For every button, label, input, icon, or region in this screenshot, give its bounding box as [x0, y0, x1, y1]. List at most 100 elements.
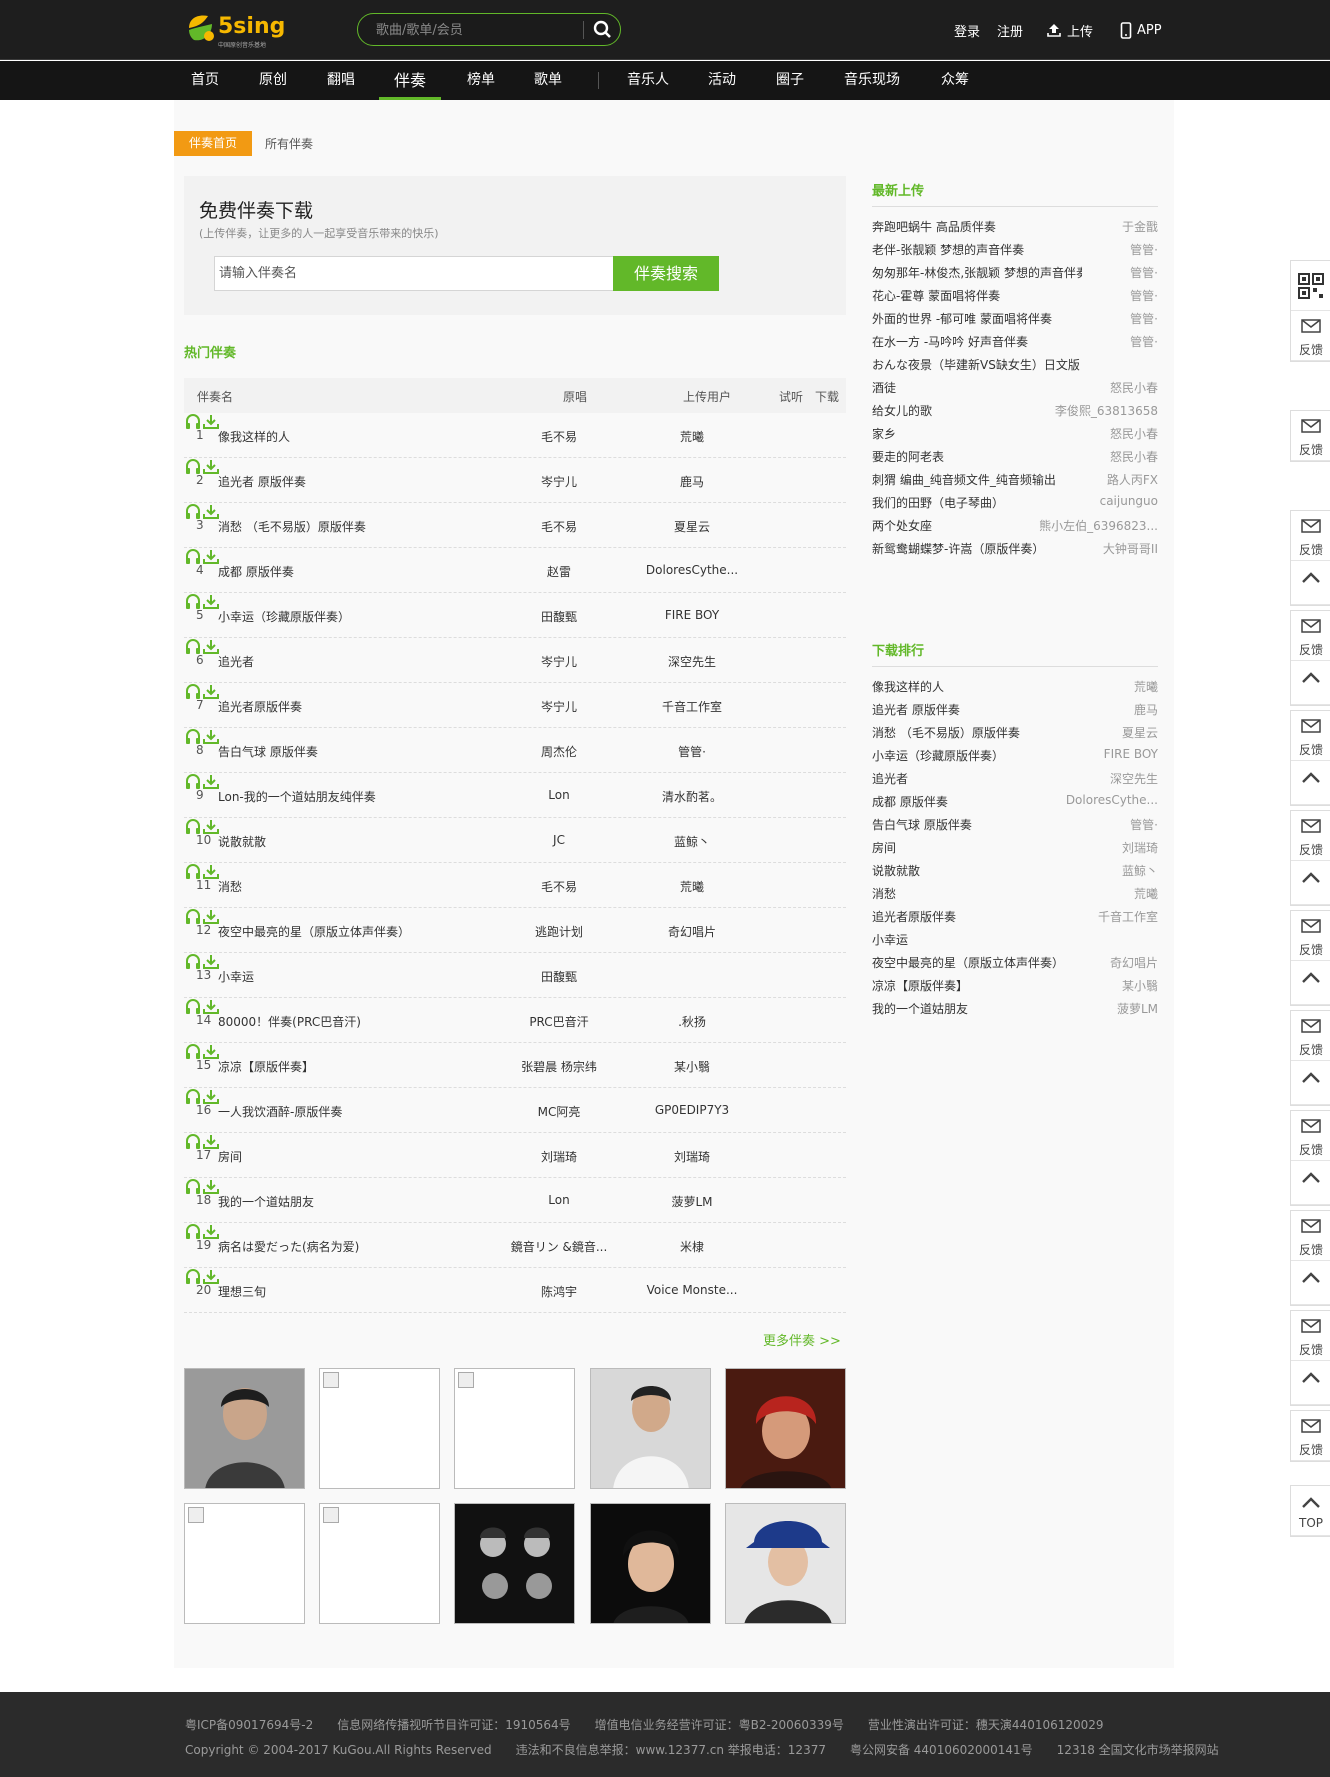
- table-row[interactable]: 4 成都 原版伴奏 赵雷 DoloresCythe...: [184, 548, 846, 593]
- original-artist[interactable]: 陈鸿宇: [509, 1283, 609, 1300]
- nav-circles[interactable]: 圈子: [773, 61, 807, 100]
- feedback-button[interactable]: 反馈: [1291, 311, 1330, 361]
- list-item-user[interactable]: 荒曦: [1134, 678, 1158, 695]
- artist-photo[interactable]: [725, 1368, 846, 1489]
- uploader-link[interactable]: 奇幻唱片: [642, 923, 742, 940]
- nav-playlists[interactable]: 歌单: [531, 61, 565, 100]
- accompaniment-name-link[interactable]: 小幸运（珍藏原版伴奏）: [218, 608, 498, 625]
- accompaniment-search-button[interactable]: 伴奏搜索: [613, 256, 719, 291]
- accompaniment-name-link[interactable]: 我的一个道姑朋友: [218, 1193, 498, 1210]
- table-row[interactable]: 2 追光者 原版伴奏 岑宁儿 鹿马: [184, 458, 846, 503]
- table-row[interactable]: 12 夜空中最亮的星（原版立体声伴奏） 逃跑计划 奇幻唱片: [184, 908, 846, 953]
- original-artist[interactable]: 岑宁儿: [509, 698, 609, 715]
- table-row[interactable]: 14 80000！伴奏(PRC巴音汗) PRC巴音汗 .秋扬: [184, 998, 846, 1043]
- uploader-link[interactable]: FIRE BOY: [642, 608, 742, 622]
- back-to-top-button[interactable]: TOP: [1291, 1486, 1330, 1536]
- uploader-link[interactable]: GP0EDIP7Y3: [642, 1103, 742, 1117]
- list-item-title[interactable]: 酒徒: [872, 379, 896, 396]
- list-item-user[interactable]: 管管·: [1130, 816, 1158, 833]
- original-artist[interactable]: MC阿亮: [509, 1103, 609, 1120]
- original-artist[interactable]: JC: [509, 833, 609, 847]
- list-item-title[interactable]: 凉凉【原版伴奏】: [872, 977, 968, 994]
- table-row[interactable]: 13 小幸运 田馥甄: [184, 953, 846, 998]
- list-item-title[interactable]: 两个处女座: [872, 517, 932, 534]
- list-item-title[interactable]: 追光者 原版伴奏: [872, 701, 960, 718]
- uploader-link[interactable]: 深空先生: [642, 653, 742, 670]
- uploader-link[interactable]: 鹿马: [642, 473, 742, 490]
- list-item-title[interactable]: 说散就散: [872, 862, 920, 879]
- list-item-title[interactable]: 追光者原版伴奏: [872, 908, 956, 925]
- accompaniment-name-link[interactable]: 像我这样的人: [218, 428, 498, 445]
- table-row[interactable]: 20 理想三旬 陈鸿宇 Voice Monste...: [184, 1268, 846, 1313]
- list-item-title[interactable]: 老伴-张靓颖 梦想的声音伴奏: [872, 241, 1024, 258]
- original-artist[interactable]: 刘瑞琦: [509, 1148, 609, 1165]
- list-item-user[interactable]: DoloresCythe...: [1066, 793, 1158, 807]
- artist-photo[interactable]: [184, 1503, 305, 1624]
- feedback-button[interactable]: 反馈: [1291, 811, 1330, 861]
- list-item-user[interactable]: 荒曦: [1134, 885, 1158, 902]
- table-row[interactable]: 10 说散就散 JC 蓝鲸丶: [184, 818, 846, 863]
- nav-live[interactable]: 音乐现场: [841, 61, 903, 100]
- accompaniment-name-link[interactable]: Lon-我的一个道姑朋友纯伴奏: [218, 788, 498, 805]
- artist-photo[interactable]: [454, 1503, 575, 1624]
- list-item-user[interactable]: 深空先生: [1110, 770, 1158, 787]
- list-item-title[interactable]: 奔跑吧蜗牛 高品质伴奏: [872, 218, 996, 235]
- accompaniment-name-link[interactable]: 小幸运: [218, 968, 498, 985]
- nav-original[interactable]: 原创: [256, 61, 290, 100]
- list-item-title[interactable]: 成都 原版伴奏: [872, 793, 948, 810]
- list-item-title[interactable]: 小幸运: [872, 931, 908, 948]
- table-row[interactable]: 9 Lon-我的一个道姑朋友纯伴奏 Lon 清水酌茗。: [184, 773, 846, 818]
- accompaniment-search-input[interactable]: 请输入伴奏名: [214, 256, 614, 291]
- uploader-link[interactable]: 荒曦: [642, 878, 742, 895]
- list-item-title[interactable]: 外面的世界 -郁可唯 蒙面唱将伴奏: [872, 310, 1052, 327]
- list-item-title[interactable]: 我的一个道姑朋友: [872, 1000, 968, 1017]
- nav-charts[interactable]: 榜单: [464, 61, 498, 100]
- table-row[interactable]: 19 病名は愛だった(病名为爱) 鏡音リン &鏡音... 米棣: [184, 1223, 846, 1268]
- list-item-user[interactable]: 李俊熙_63813658: [1055, 402, 1158, 419]
- list-item-title[interactable]: おんな夜景（毕建新VS缺女生）日文版: [872, 356, 1080, 373]
- table-row[interactable]: 11 消愁 毛不易 荒曦: [184, 863, 846, 908]
- uploader-link[interactable]: 刘瑞琦: [642, 1148, 742, 1165]
- accompaniment-name-link[interactable]: 房间: [218, 1148, 498, 1165]
- original-artist[interactable]: 田馥甄: [509, 608, 609, 625]
- accompaniment-name-link[interactable]: 消愁 （毛不易版）原版伴奏: [218, 518, 498, 535]
- feedback-button[interactable]: 反馈: [1291, 411, 1330, 461]
- nav-cover[interactable]: 翻唱: [324, 61, 358, 100]
- list-item-user[interactable]: 管管·: [1130, 310, 1158, 327]
- scroll-top-button[interactable]: [1291, 661, 1330, 705]
- scroll-top-button[interactable]: [1291, 961, 1330, 1005]
- original-artist[interactable]: 田馥甄: [509, 968, 609, 985]
- list-item-title[interactable]: 要走的阿老表: [872, 448, 944, 465]
- list-item-user[interactable]: 管管·: [1130, 333, 1158, 350]
- feedback-button[interactable]: 反馈: [1291, 1411, 1330, 1461]
- list-item-title[interactable]: 消愁 （毛不易版）原版伴奏: [872, 724, 1020, 741]
- artist-photo[interactable]: [319, 1368, 440, 1489]
- login-link[interactable]: 登录: [954, 20, 980, 40]
- accompaniment-name-link[interactable]: 夜空中最亮的星（原版立体声伴奏）: [218, 923, 498, 940]
- accompaniment-name-link[interactable]: 追光者 原版伴奏: [218, 473, 498, 490]
- scroll-top-button[interactable]: [1291, 861, 1330, 905]
- feedback-button[interactable]: 反馈: [1291, 711, 1330, 761]
- table-row[interactable]: 8 告白气球 原版伴奏 周杰伦 管管·: [184, 728, 846, 773]
- accompaniment-name-link[interactable]: 追光者: [218, 653, 498, 670]
- original-artist[interactable]: 岑宁儿: [509, 473, 609, 490]
- list-item-title[interactable]: 我们的田野（电子琴曲）: [872, 494, 1004, 511]
- list-item-user[interactable]: 鹿马: [1134, 701, 1158, 718]
- list-item-user[interactable]: 夏星云: [1122, 724, 1158, 741]
- qr-code-button[interactable]: [1291, 261, 1330, 311]
- scroll-top-button[interactable]: [1291, 1161, 1330, 1205]
- uploader-link[interactable]: 蓝鲸丶: [642, 833, 742, 850]
- list-item-title[interactable]: 花心-霍尊 蒙面唱将伴奏: [872, 287, 1000, 304]
- scroll-top-button[interactable]: [1291, 561, 1330, 605]
- list-item-user[interactable]: caijunguo: [1100, 494, 1158, 508]
- uploader-link[interactable]: Voice Monste...: [642, 1283, 742, 1297]
- list-item-user[interactable]: 刘瑞琦: [1122, 839, 1158, 856]
- uploader-link[interactable]: 米棣: [642, 1238, 742, 1255]
- accompaniment-name-link[interactable]: 病名は愛だった(病名为爱): [218, 1238, 498, 1255]
- list-item-user[interactable]: 熊小左伯_6396823...: [1039, 517, 1158, 534]
- original-artist[interactable]: 周杰伦: [509, 743, 609, 760]
- list-item-user[interactable]: 蓝鲸丶: [1122, 862, 1158, 879]
- feedback-button[interactable]: 反馈: [1291, 911, 1330, 961]
- tab-all-accompaniment[interactable]: 所有伴奏: [265, 135, 313, 152]
- list-item[interactable]: 我的一个道姑朋友 菠萝LM: [872, 995, 1158, 1021]
